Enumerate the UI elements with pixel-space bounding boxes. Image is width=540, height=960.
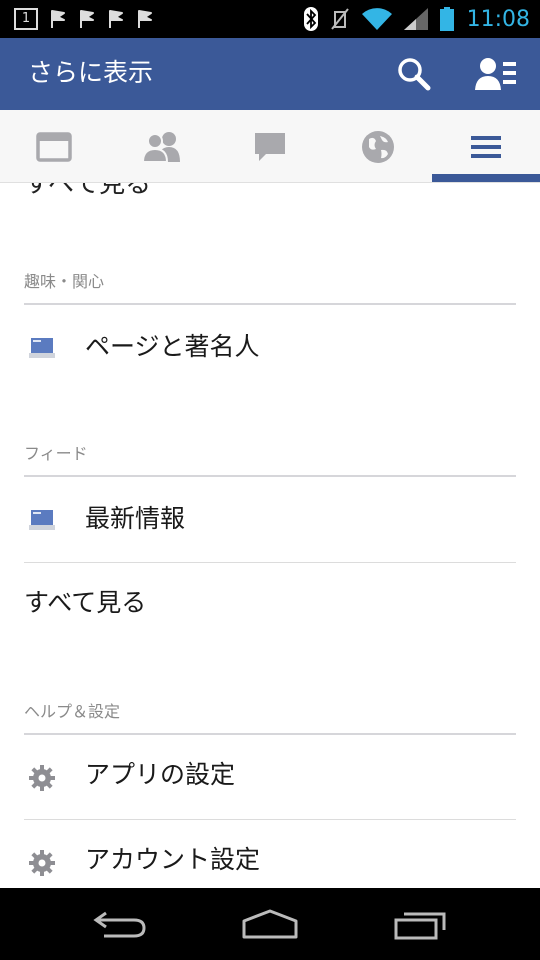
vibrate-mute-icon bbox=[330, 8, 349, 30]
gear-icon bbox=[27, 848, 57, 878]
menu-item-label: ページと著名人 bbox=[85, 332, 260, 361]
globe-icon bbox=[362, 130, 394, 163]
hamburger-menu-icon bbox=[471, 135, 501, 158]
menu-item-see-all[interactable]: すべて見る bbox=[0, 569, 540, 639]
more-menu-list: すべて見る 趣味・関心 ページと著名人 フィード 最新情報 すべて見る ヘルプ＆… bbox=[0, 183, 540, 888]
flag-icon bbox=[51, 10, 65, 28]
tab-messages[interactable] bbox=[216, 110, 324, 183]
menu-item-most-recent[interactable]: 最新情報 bbox=[0, 485, 540, 555]
system-navigation-bar bbox=[0, 888, 540, 960]
back-icon bbox=[93, 911, 146, 938]
system-icons: 11:08 bbox=[303, 4, 530, 34]
app-header: さらに表示 bbox=[0, 38, 540, 110]
page-icon bbox=[27, 333, 57, 363]
menu-item-label: すべて見る bbox=[24, 588, 147, 617]
section-divider bbox=[24, 733, 516, 735]
item-divider bbox=[24, 819, 516, 820]
recent-apps-button[interactable] bbox=[376, 898, 466, 950]
menu-item-account-settings[interactable]: アカウント設定 bbox=[0, 826, 540, 888]
menu-item-pages[interactable]: ページと著名人 bbox=[0, 313, 540, 383]
section-header-help-settings: ヘルプ＆設定 bbox=[24, 702, 121, 721]
page-title: さらに表示 bbox=[28, 58, 154, 87]
chat-bubble-icon bbox=[255, 132, 285, 161]
home-icon bbox=[242, 909, 298, 939]
tab-notifications[interactable] bbox=[324, 110, 432, 183]
see-all-link-partial[interactable]: すべて見る bbox=[24, 183, 151, 200]
status-bar: 1 11:08 bbox=[0, 0, 540, 38]
menu-item-label: 最新情報 bbox=[85, 504, 186, 533]
search-icon bbox=[398, 58, 431, 91]
bluetooth-icon bbox=[303, 7, 318, 31]
tab-more[interactable] bbox=[432, 110, 540, 183]
recent-apps-icon bbox=[394, 912, 446, 940]
tab-bar bbox=[0, 110, 540, 183]
menu-item-label: アプリの設定 bbox=[85, 760, 236, 789]
notification-count-badge: 1 bbox=[14, 8, 38, 30]
tab-friends[interactable] bbox=[108, 110, 216, 183]
notification-icons: 1 bbox=[14, 7, 154, 31]
menu-item-label: アカウント設定 bbox=[85, 845, 261, 874]
menu-item-app-settings[interactable]: アプリの設定 bbox=[0, 741, 540, 811]
feed-icon bbox=[27, 505, 57, 535]
flag-icon bbox=[109, 10, 123, 28]
friend-requests-icon bbox=[475, 58, 516, 90]
flag-icon bbox=[80, 10, 94, 28]
signal-icon bbox=[403, 8, 428, 30]
home-button[interactable] bbox=[225, 898, 315, 950]
section-divider bbox=[24, 303, 516, 305]
clock: 11:08 bbox=[466, 6, 530, 32]
news-feed-icon bbox=[36, 131, 72, 162]
tab-news-feed[interactable] bbox=[0, 110, 108, 183]
section-divider bbox=[24, 475, 516, 477]
battery-icon bbox=[439, 7, 454, 31]
search-button[interactable] bbox=[390, 50, 438, 98]
back-button[interactable] bbox=[75, 898, 165, 950]
flag-icon bbox=[138, 10, 152, 28]
friend-requests-button[interactable] bbox=[472, 50, 520, 98]
item-divider bbox=[24, 562, 516, 563]
active-tab-indicator bbox=[432, 174, 540, 182]
section-header-interests: 趣味・関心 bbox=[24, 272, 105, 291]
friends-icon bbox=[142, 131, 180, 163]
gear-icon bbox=[27, 763, 57, 793]
wifi-icon bbox=[361, 8, 392, 30]
section-header-feeds: フィード bbox=[24, 444, 88, 463]
